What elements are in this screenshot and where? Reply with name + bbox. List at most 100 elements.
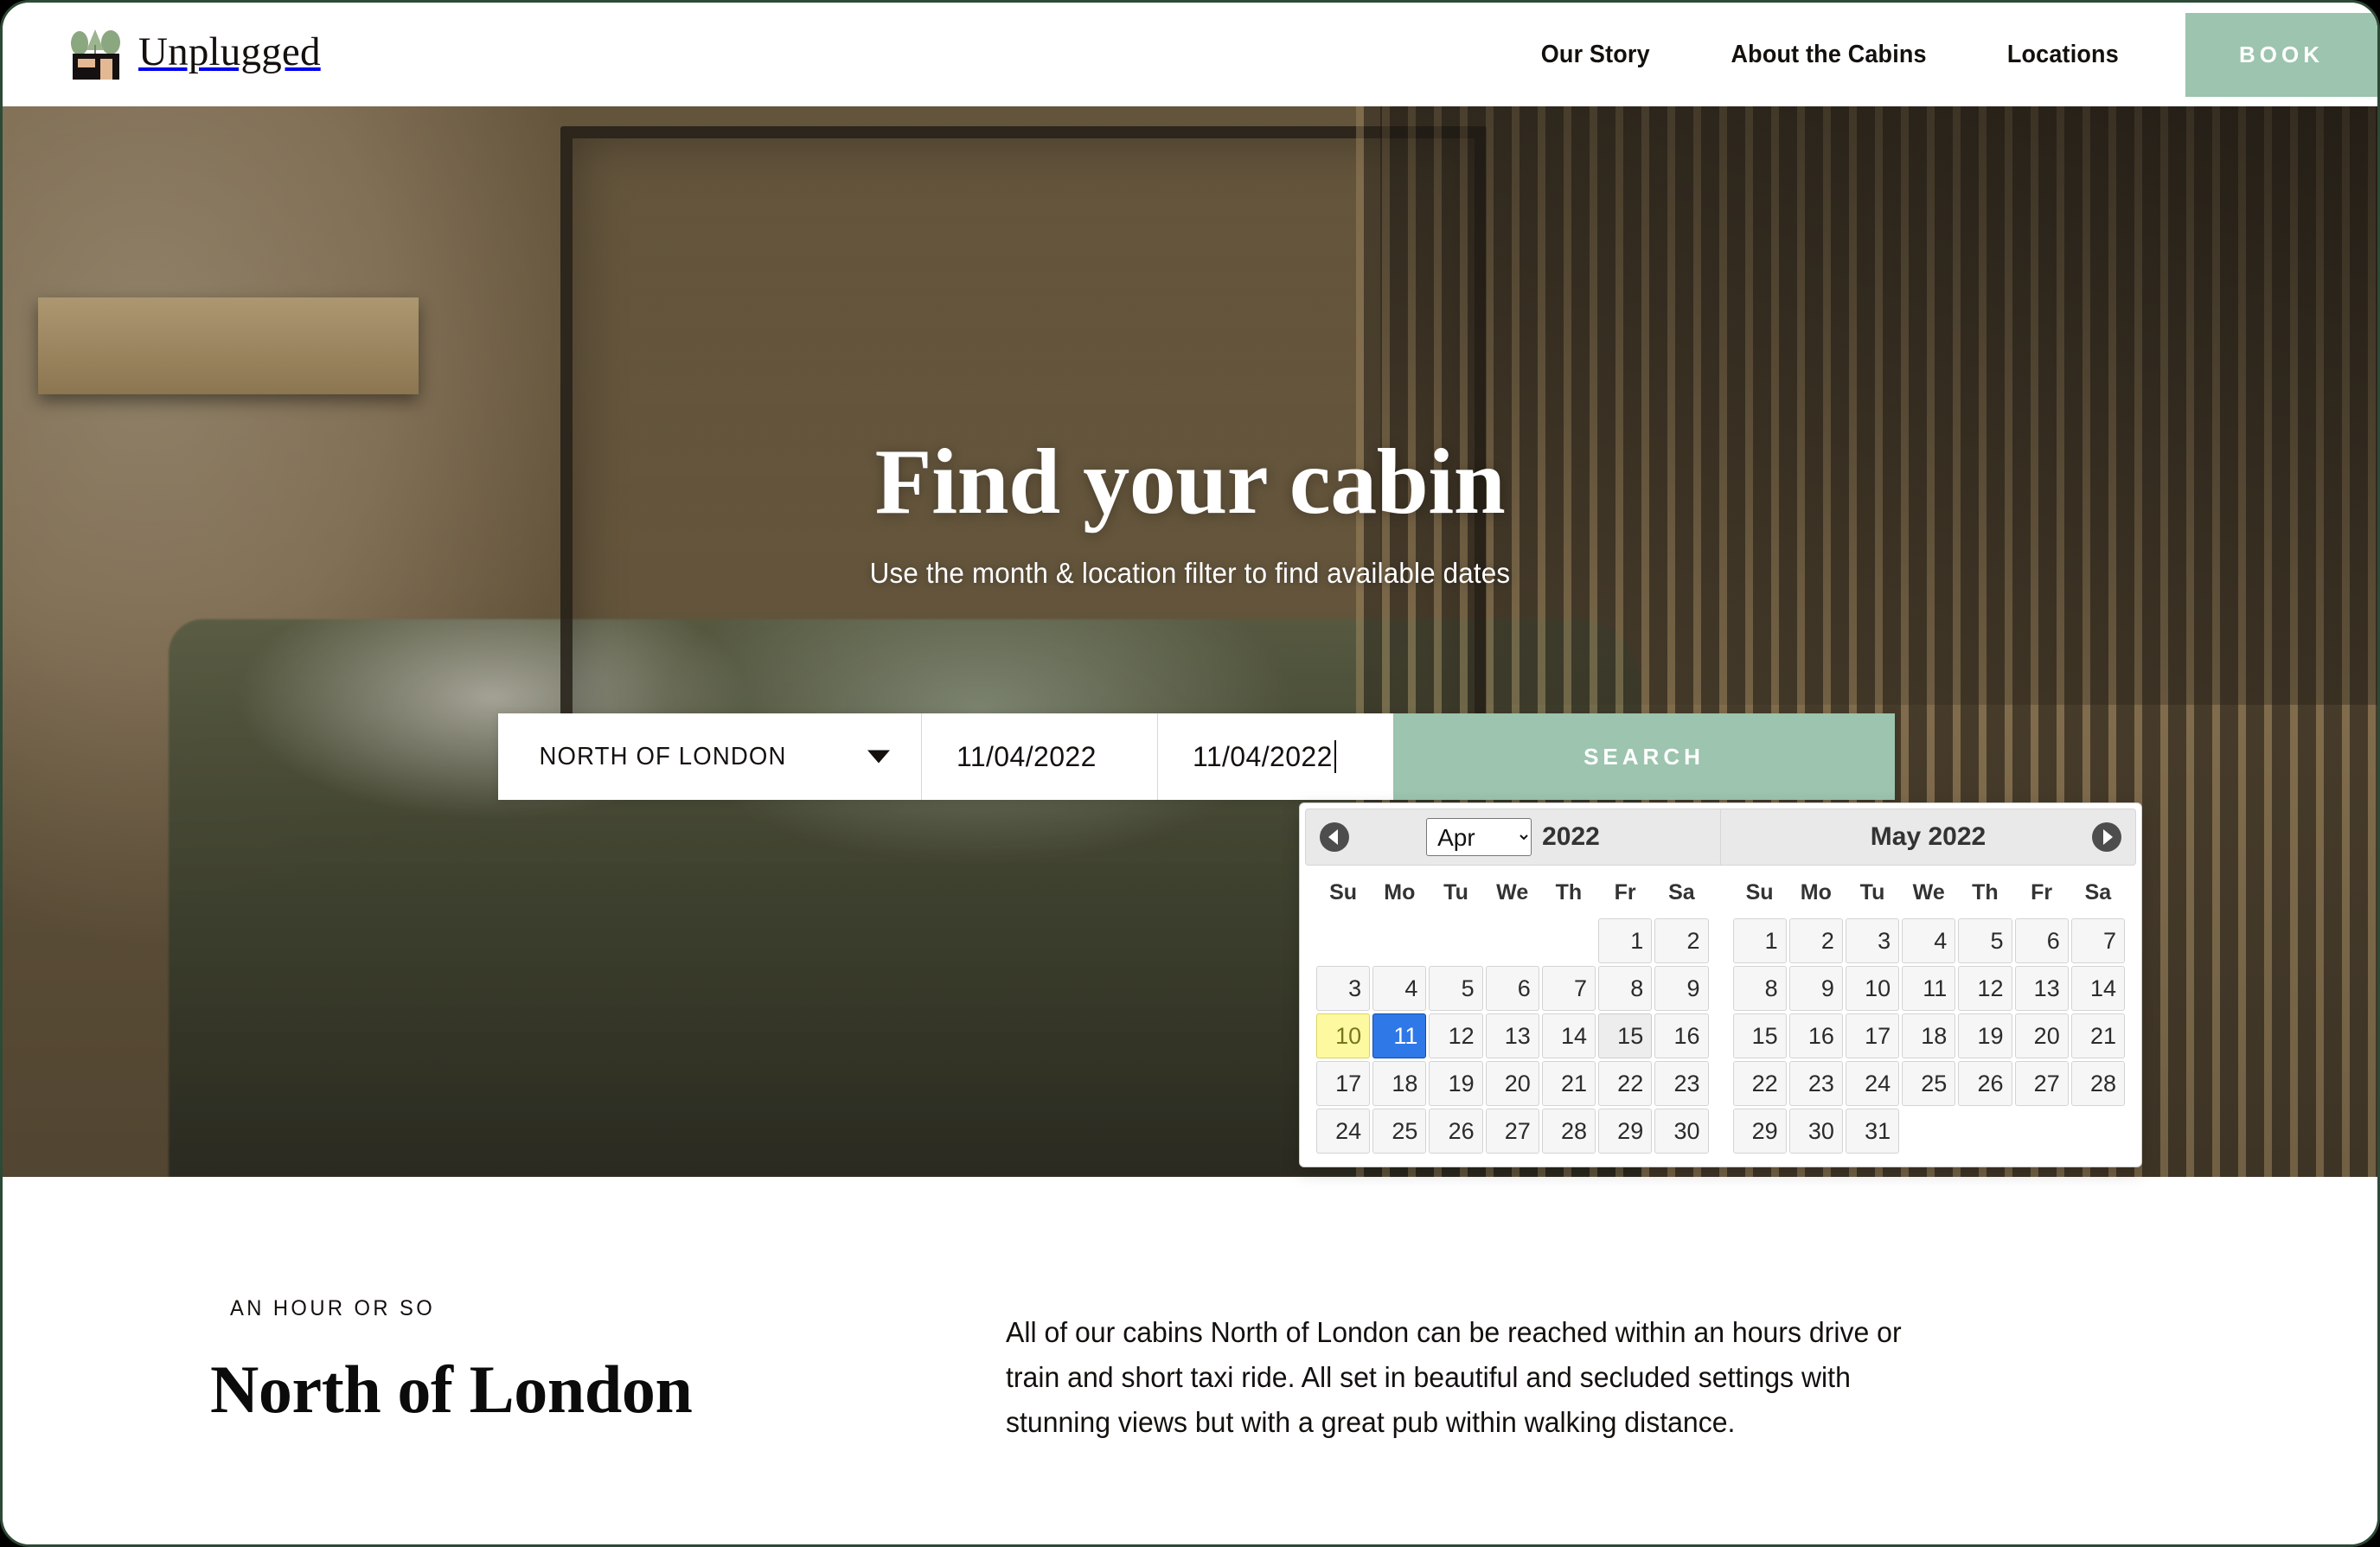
- calendar-day-apr-6[interactable]: 6: [1485, 966, 1539, 1011]
- calendar-day-apr-18[interactable]: 18: [1372, 1061, 1427, 1106]
- calendar-cell: 28: [1541, 1109, 1596, 1154]
- calendar-day-may-6[interactable]: 6: [2014, 918, 2069, 963]
- calendar-cell: 30: [1654, 1109, 1709, 1154]
- calendar-day-apr-8[interactable]: 8: [1598, 966, 1653, 1011]
- calendar-day-apr-10[interactable]: 10: [1316, 1013, 1371, 1058]
- calendar-day-may-11[interactable]: 11: [1902, 966, 1956, 1011]
- calendar-cell: 21: [2070, 1013, 2125, 1058]
- calendar-day-may-25[interactable]: 25: [1902, 1061, 1956, 1106]
- nav-item-our-story[interactable]: Our Story: [1509, 41, 1682, 69]
- weekday-header: Sa: [1668, 880, 1695, 905]
- calendar-day-apr-24[interactable]: 24: [1316, 1109, 1371, 1154]
- calendar-day-may-13[interactable]: 13: [2014, 966, 2069, 1011]
- month-select[interactable]: Apr: [1426, 818, 1532, 856]
- calendar-cell: 15: [1598, 1013, 1653, 1058]
- calendar-cell: [1486, 918, 1539, 963]
- calendar-day-may-18[interactable]: 18: [1902, 1013, 1956, 1058]
- calendar-cell: 23: [1788, 1061, 1843, 1106]
- calendar-day-may-5[interactable]: 5: [1958, 918, 2012, 963]
- calendar-day-apr-22[interactable]: 22: [1598, 1061, 1653, 1106]
- calendar-day-may-21[interactable]: 21: [2070, 1013, 2125, 1058]
- calendar-week-row: 24 25 26 27 28 29 30: [1316, 1109, 1709, 1154]
- calendar-day-may-16[interactable]: 16: [1788, 1013, 1843, 1058]
- nav-item-about-the-cabins[interactable]: About the Cabins: [1699, 41, 1959, 69]
- calendar-day-apr-20[interactable]: 20: [1485, 1061, 1539, 1106]
- calendar-day-may-29[interactable]: 29: [1732, 1109, 1787, 1154]
- calendar-day-may-8[interactable]: 8: [1732, 966, 1787, 1011]
- calendar-day-may-3[interactable]: 3: [1845, 918, 1900, 963]
- calendar-day-apr-2[interactable]: 2: [1654, 918, 1709, 963]
- calendar-day-may-20[interactable]: 20: [2014, 1013, 2069, 1058]
- calendar-day-may-4[interactable]: 4: [1902, 918, 1956, 963]
- calendar-day-may-24[interactable]: 24: [1845, 1061, 1900, 1106]
- search-button[interactable]: SEARCH: [1393, 713, 1895, 800]
- calendar-day-apr-21[interactable]: 21: [1541, 1061, 1596, 1106]
- site-header: Unplugged Our Story About the Cabins Loc…: [3, 3, 2377, 106]
- location-dropdown[interactable]: NORTH OF LONDON: [498, 713, 921, 800]
- calendar-day-may-31[interactable]: 31: [1845, 1109, 1900, 1154]
- calendar-day-apr-25[interactable]: 25: [1372, 1109, 1427, 1154]
- datepicker-header: Apr 2022 May 2022: [1305, 809, 2136, 866]
- hero-subtitle: Use the month & location filter to find …: [869, 557, 1511, 590]
- calendar-day-may-7[interactable]: 7: [2070, 918, 2125, 963]
- weekday-header: Th: [1972, 880, 1999, 905]
- calendar-cell: 9: [1788, 966, 1843, 1011]
- calendar-day-apr-9[interactable]: 9: [1654, 966, 1709, 1011]
- calendar-cell: 14: [2070, 966, 2125, 1011]
- calendar-day-apr-16[interactable]: 16: [1654, 1013, 1709, 1058]
- calendar-day-apr-4[interactable]: 4: [1372, 966, 1427, 1011]
- next-month-button[interactable]: [2092, 822, 2121, 852]
- date-to-input[interactable]: 11/04/2022: [1158, 713, 1393, 800]
- calendar-day-may-26[interactable]: 26: [1958, 1061, 2012, 1106]
- calendar-day-apr-7[interactable]: 7: [1541, 966, 1596, 1011]
- calendar-day-apr-19[interactable]: 19: [1429, 1061, 1483, 1106]
- calendar-day-apr-12[interactable]: 12: [1429, 1013, 1483, 1058]
- calendar-day-may-14[interactable]: 14: [2070, 966, 2125, 1011]
- calendar-day-apr-15[interactable]: 15: [1598, 1013, 1653, 1058]
- calendar-day-may-22[interactable]: 22: [1732, 1061, 1787, 1106]
- calendar-day-may-9[interactable]: 9: [1788, 966, 1843, 1011]
- main-navigation: Our Story About the Cabins Locations BOO…: [1502, 3, 2377, 106]
- calendar-day-apr-27[interactable]: 27: [1485, 1109, 1539, 1154]
- calendar-cell: [1429, 918, 1482, 963]
- calendar-day-apr-13[interactable]: 13: [1485, 1013, 1539, 1058]
- calendar-cell: [1902, 1109, 1955, 1154]
- calendar-cell: [2071, 1109, 2125, 1154]
- calendar-cell: 16: [1788, 1013, 1843, 1058]
- calendar-day-apr-30[interactable]: 30: [1654, 1109, 1709, 1154]
- calendar-day-may-19[interactable]: 19: [1958, 1013, 2012, 1058]
- calendar-day-may-27[interactable]: 27: [2014, 1061, 2069, 1106]
- calendar-day-apr-29[interactable]: 29: [1598, 1109, 1653, 1154]
- calendar-cell: 5: [1958, 918, 2012, 963]
- calendar-day-apr-14[interactable]: 14: [1541, 1013, 1596, 1058]
- calendar-day-may-12[interactable]: 12: [1958, 966, 2012, 1011]
- calendar-day-apr-26[interactable]: 26: [1429, 1109, 1483, 1154]
- book-button[interactable]: BOOK: [2185, 12, 2377, 97]
- calendar-day-may-1[interactable]: 1: [1732, 918, 1787, 963]
- calendar-day-may-23[interactable]: 23: [1788, 1061, 1843, 1106]
- date-from-input[interactable]: 11/04/2022: [922, 713, 1157, 800]
- calendar-cell: 20: [1485, 1061, 1539, 1106]
- calendar-day-apr-23[interactable]: 23: [1654, 1061, 1709, 1106]
- calendar-day-apr-17[interactable]: 17: [1316, 1061, 1371, 1106]
- calendar-day-may-17[interactable]: 17: [1845, 1013, 1900, 1058]
- calendar-day-apr-28[interactable]: 28: [1541, 1109, 1596, 1154]
- calendar-cell: 25: [1902, 1061, 1956, 1106]
- nav-item-locations[interactable]: Locations: [1975, 41, 2151, 69]
- calendar-day-may-30[interactable]: 30: [1788, 1109, 1843, 1154]
- weekday-header: Fr: [1614, 880, 1636, 905]
- calendar-day-may-15[interactable]: 15: [1732, 1013, 1787, 1058]
- datepicker-popup: Apr 2022 May 2022 Su Mo Tu We Th Fr Sa 1 2 3 4 5 6 7 8…: [1299, 802, 2142, 1167]
- calendar-day-apr-11[interactable]: 11: [1372, 1013, 1427, 1058]
- calendar-day-may-2[interactable]: 2: [1788, 918, 1843, 963]
- prev-month-button[interactable]: [1320, 822, 1349, 852]
- calendar-cell: 20: [2014, 1013, 2069, 1058]
- calendar-cell: [1542, 918, 1596, 963]
- calendar-cell: 5: [1429, 966, 1483, 1011]
- brand-logo[interactable]: Unplugged: [67, 3, 321, 106]
- calendar-day-apr-3[interactable]: 3: [1316, 966, 1371, 1011]
- calendar-day-apr-1[interactable]: 1: [1598, 918, 1653, 963]
- calendar-day-may-10[interactable]: 10: [1845, 966, 1900, 1011]
- calendar-day-apr-5[interactable]: 5: [1429, 966, 1483, 1011]
- calendar-day-may-28[interactable]: 28: [2070, 1061, 2125, 1106]
